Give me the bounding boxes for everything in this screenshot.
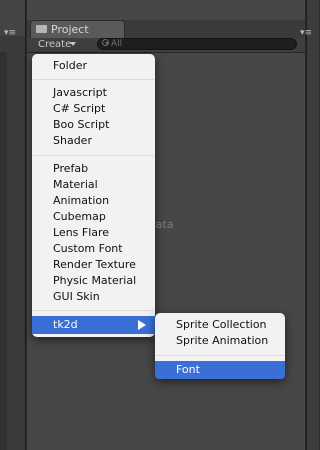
menu-item-physic-material[interactable]: Physic Material xyxy=(32,273,155,289)
search-input[interactable] xyxy=(97,38,297,50)
search-dropdown-icon xyxy=(105,42,109,45)
menu-item-tk2d[interactable]: tk2d xyxy=(32,316,155,334)
menu-item-shader[interactable]: Shader xyxy=(32,133,155,149)
menu-item-boo-script[interactable]: Boo Script xyxy=(32,117,155,133)
left-scrollbar[interactable] xyxy=(0,52,7,450)
menu-separator xyxy=(156,355,284,356)
menu-separator xyxy=(33,310,154,311)
submenu-item-sprite-animation[interactable]: Sprite Animation xyxy=(155,333,285,349)
menu-item-lens-flare[interactable]: Lens Flare xyxy=(32,225,155,241)
menu-item-gui-skin[interactable]: GUI Skin xyxy=(32,289,155,305)
menu-item-custom-font[interactable]: Custom Font xyxy=(32,241,155,257)
folder-tab-icon xyxy=(36,25,47,33)
submenu-item-font-label: Font xyxy=(176,363,200,376)
create-menu: Folder Javascript C# Script Boo Script S… xyxy=(32,54,155,337)
menu-item-render-texture[interactable]: Render Texture xyxy=(32,257,155,273)
tab-project-label: Project xyxy=(51,23,89,36)
menu-item-cubemap[interactable]: Cubemap xyxy=(32,209,155,225)
search-placeholder: All xyxy=(111,39,123,49)
menu-separator xyxy=(33,155,154,156)
chevron-down-icon xyxy=(70,42,76,46)
panel-menu-icon[interactable]: ▾≡ xyxy=(4,28,16,38)
menu-separator xyxy=(33,79,154,80)
submenu-arrow-icon xyxy=(138,320,146,330)
menu-item-prefab[interactable]: Prefab xyxy=(32,161,155,177)
menu-item-folder[interactable]: Folder xyxy=(32,58,155,74)
menu-item-tk2d-label: tk2d xyxy=(53,318,78,331)
submenu-item-sprite-collection[interactable]: Sprite Collection xyxy=(155,317,285,333)
panel-menu-icon[interactable]: ▾≡ xyxy=(300,28,312,38)
menu-item-material[interactable]: Material xyxy=(32,177,155,193)
create-button[interactable]: Create xyxy=(38,39,71,50)
menu-item-animation[interactable]: Animation xyxy=(32,193,155,209)
tk2d-submenu: Sprite Collection Sprite Animation Font xyxy=(155,313,285,379)
menu-item-javascript[interactable]: Javascript xyxy=(32,85,155,101)
right-panel xyxy=(306,0,319,450)
menu-item-csharp-script[interactable]: C# Script xyxy=(32,101,155,117)
submenu-item-font[interactable]: Font xyxy=(155,361,285,379)
